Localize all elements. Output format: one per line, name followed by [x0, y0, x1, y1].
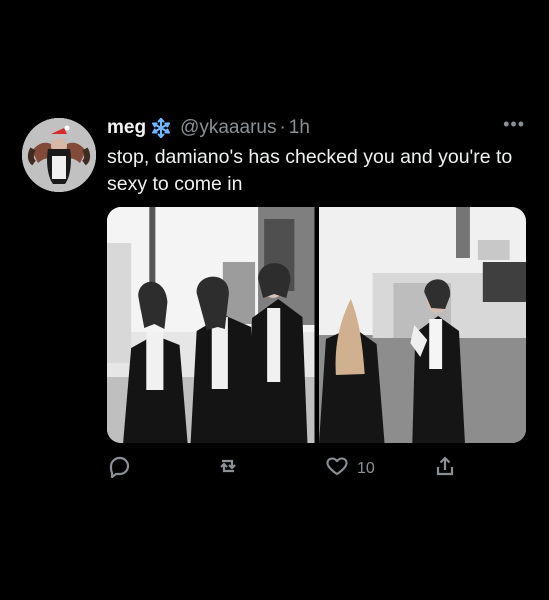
avatar-image [22, 118, 96, 192]
reply-button[interactable] [107, 454, 131, 483]
avatar[interactable] [22, 118, 96, 192]
retweet-icon [216, 454, 240, 483]
timestamp[interactable]: 1h [289, 117, 310, 139]
reply-icon [107, 454, 131, 483]
display-name[interactable]: meg [107, 117, 146, 139]
more-options-label: ••• [503, 114, 525, 134]
tweet-header: meg @ykaaarus · 1h [107, 115, 529, 141]
user-handle[interactable]: @ykaaarus [180, 117, 276, 139]
photo-1-image [107, 207, 315, 443]
separator-dot: · [279, 117, 286, 138]
photo-2-image [318, 207, 526, 443]
retweet-button[interactable] [216, 454, 240, 483]
tweet-text: stop, damiano's has checked you and you'… [107, 146, 513, 195]
tweet-card[interactable]: meg @ykaaarus · 1h ••• stop, damiano's h… [0, 0, 549, 600]
share-button[interactable] [433, 454, 457, 483]
media-photo-1[interactable] [107, 207, 315, 443]
share-icon [433, 454, 457, 483]
heart-icon [325, 454, 349, 483]
like-button[interactable]: 10 [325, 454, 375, 483]
tweet-actions: 10 [107, 454, 467, 482]
snowflake-icon [150, 117, 172, 139]
media-photo-2[interactable] [318, 207, 526, 443]
more-options-button[interactable]: ••• [503, 114, 525, 135]
tweet-media[interactable] [107, 207, 526, 443]
like-count: 10 [357, 459, 375, 477]
